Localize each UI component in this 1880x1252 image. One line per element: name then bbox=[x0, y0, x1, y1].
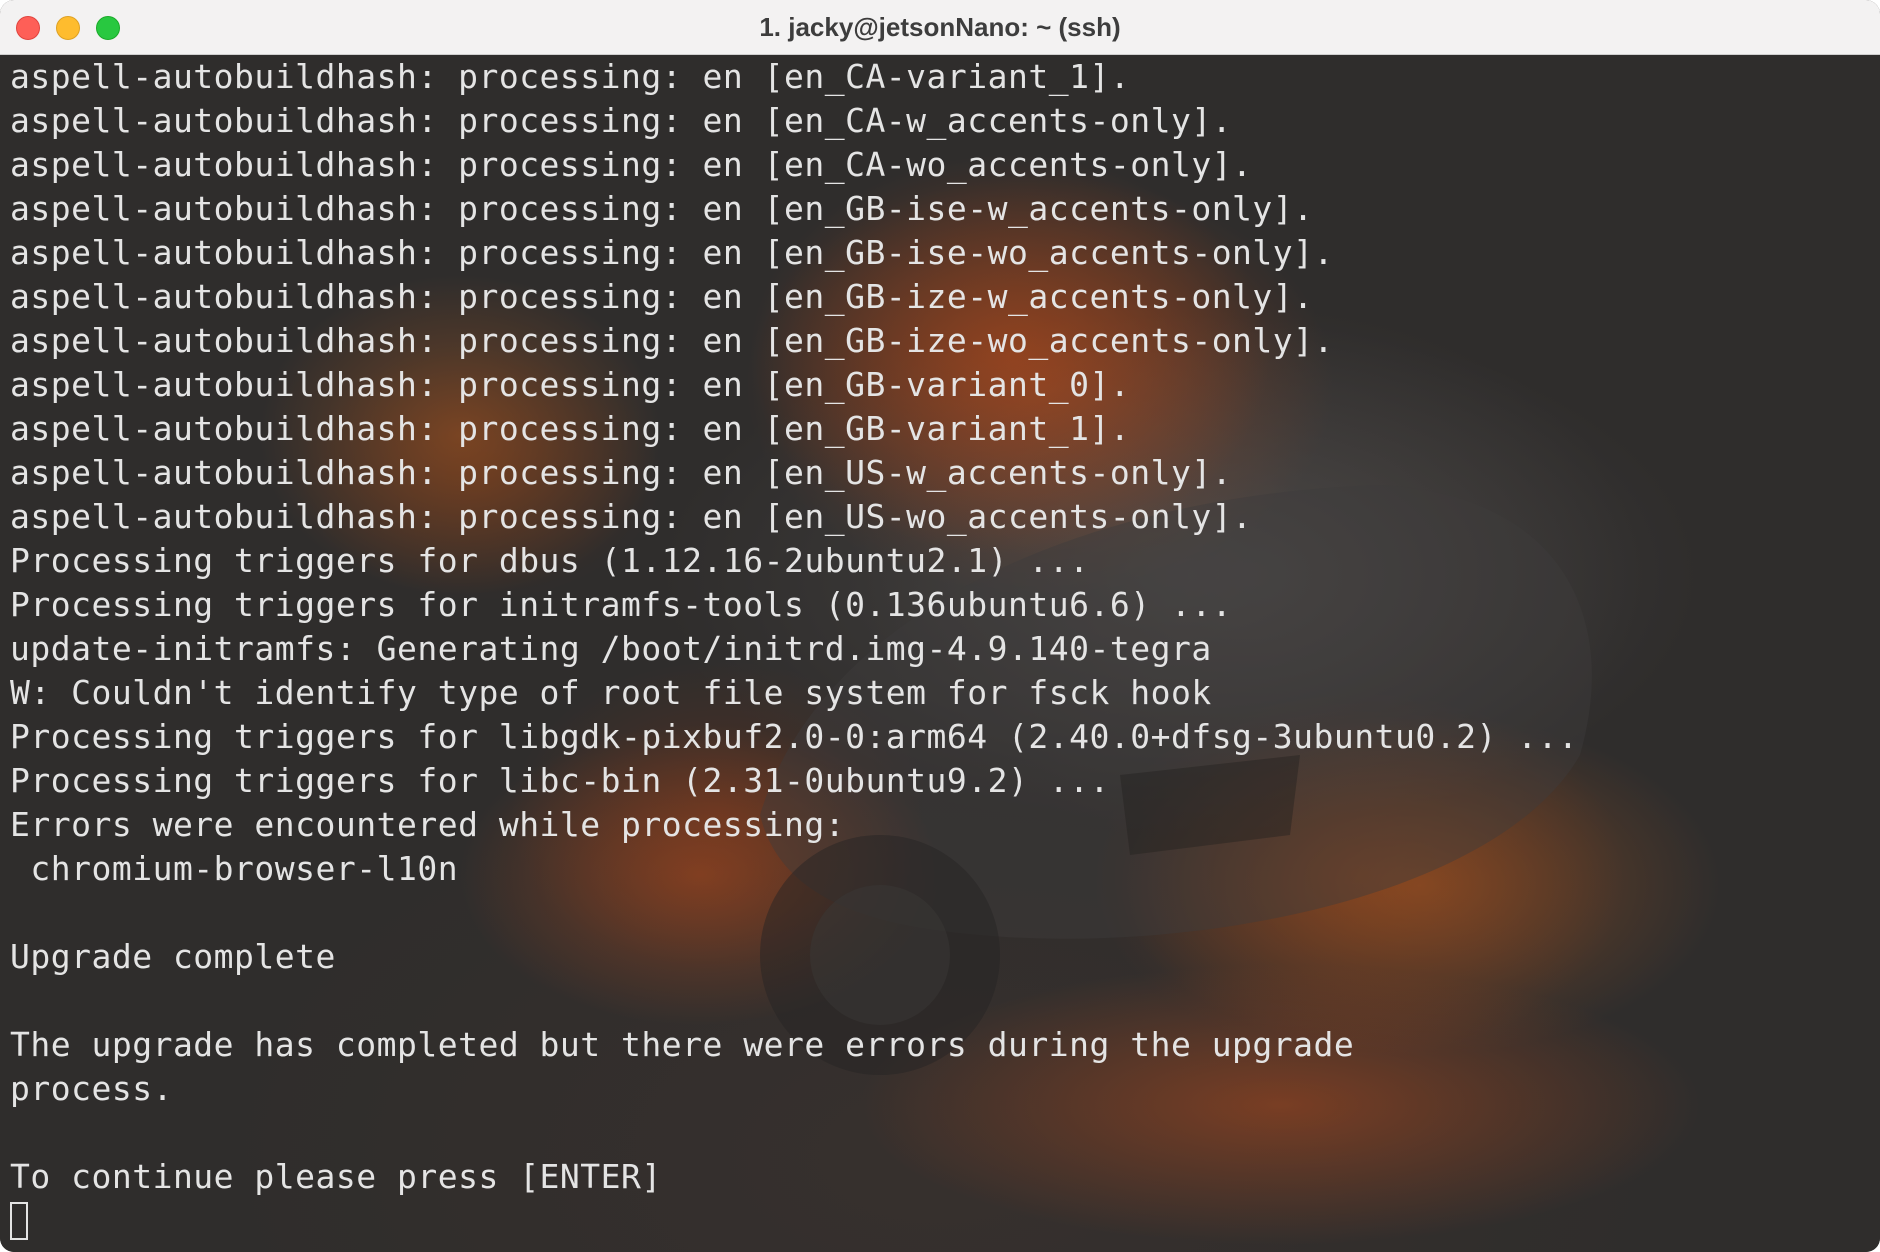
title-bar[interactable]: 1. jacky@jetsonNano: ~ (ssh) bbox=[0, 0, 1880, 55]
terminal-line: aspell-autobuildhash: processing: en [en… bbox=[10, 101, 1233, 140]
terminal-line: aspell-autobuildhash: processing: en [en… bbox=[10, 497, 1253, 536]
terminal-line: Errors were encountered while processing… bbox=[10, 805, 846, 844]
terminal-output: aspell-autobuildhash: processing: en [en… bbox=[10, 55, 1880, 1199]
terminal-line: Processing triggers for libgdk-pixbuf2.0… bbox=[10, 717, 1579, 756]
window-title: 1. jacky@jetsonNano: ~ (ssh) bbox=[759, 12, 1121, 42]
terminal-line: W: Couldn't identify type of root file s… bbox=[10, 673, 1212, 712]
terminal-line: process. bbox=[10, 1069, 173, 1108]
terminal-line: aspell-autobuildhash: processing: en [en… bbox=[10, 233, 1334, 272]
block-cursor-icon bbox=[10, 1202, 28, 1240]
terminal-line: aspell-autobuildhash: processing: en [en… bbox=[10, 189, 1314, 228]
terminal-line: Processing triggers for initramfs-tools … bbox=[10, 585, 1233, 624]
terminal-line: update-initramfs: Generating /boot/initr… bbox=[10, 629, 1212, 668]
terminal-line: aspell-autobuildhash: processing: en [en… bbox=[10, 409, 1131, 448]
terminal-line: aspell-autobuildhash: processing: en [en… bbox=[10, 365, 1131, 404]
terminal-output-area[interactable]: aspell-autobuildhash: processing: en [en… bbox=[0, 55, 1880, 1252]
terminal-line: The upgrade has completed but there were… bbox=[10, 1025, 1355, 1064]
terminal-line: Processing triggers for dbus (1.12.16-2u… bbox=[10, 541, 1090, 580]
terminal-line: Processing triggers for libc-bin (2.31-0… bbox=[10, 761, 1110, 800]
terminal-line: aspell-autobuildhash: processing: en [en… bbox=[10, 277, 1314, 316]
terminal-line: To continue please press [ENTER] bbox=[10, 1157, 662, 1196]
terminal-line: aspell-autobuildhash: processing: en [en… bbox=[10, 453, 1233, 492]
terminal-line: aspell-autobuildhash: processing: en [en… bbox=[10, 321, 1334, 360]
terminal-window: 1. jacky@jetsonNano: ~ (ssh) aspell-auto… bbox=[0, 0, 1880, 1252]
terminal-line: Upgrade complete bbox=[10, 937, 336, 976]
terminal-line: aspell-autobuildhash: processing: en [en… bbox=[10, 57, 1131, 96]
terminal-line: chromium-browser-l10n bbox=[10, 849, 459, 888]
terminal-line: aspell-autobuildhash: processing: en [en… bbox=[10, 145, 1253, 184]
